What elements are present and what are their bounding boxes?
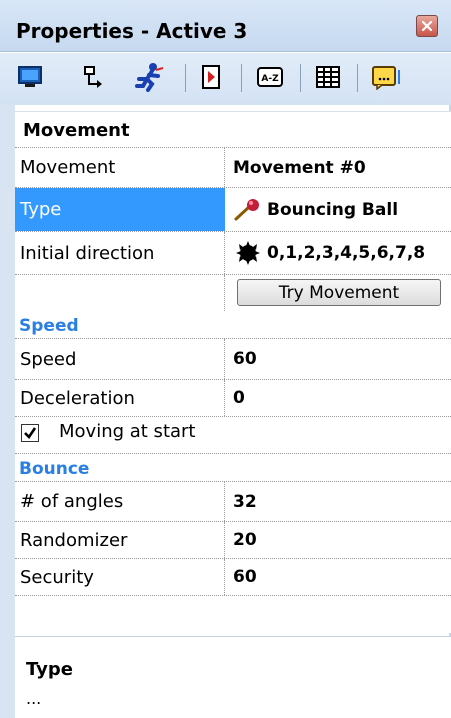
property-row-security[interactable]: Security 60 [15, 559, 451, 596]
window-title: Properties - Active 3 [16, 19, 248, 43]
property-row-type[interactable]: Type Bouncing Ball [15, 188, 451, 232]
property-row-initial-direction[interactable]: Initial direction 0,1,2,3,4,5,6,7,8 [15, 232, 451, 275]
runtime-icon [372, 66, 400, 90]
grid-icon [316, 66, 340, 88]
svg-text:A-Z: A-Z [261, 74, 279, 84]
property-row-angles[interactable]: # of angles 32 [15, 481, 451, 522]
property-name: Initial direction [15, 232, 225, 274]
property-value[interactable]: Movement #0 [233, 148, 451, 187]
property-row-moving-at-start[interactable]: Moving at start [15, 417, 451, 454]
category-header-movement[interactable]: Movement [15, 112, 451, 148]
display-icon [18, 66, 42, 87]
title-bar: Properties - Active 3 [0, 0, 451, 52]
close-button[interactable] [416, 15, 438, 37]
property-name: Deceleration [15, 380, 225, 416]
values-tab-button[interactable] [78, 61, 110, 93]
category-label: Movement [23, 120, 130, 141]
events-icon [202, 65, 220, 89]
property-name: # of angles [15, 482, 225, 521]
grid-left-gutter [0, 105, 15, 718]
close-icon [421, 20, 433, 32]
checkmark-icon [24, 427, 37, 440]
bouncing-ball-icon [234, 198, 259, 220]
toolbar-separator [300, 64, 301, 92]
property-name: Speed [15, 339, 225, 379]
property-row-speed[interactable]: Speed 60 [15, 338, 451, 380]
property-value[interactable]: 32 [233, 482, 451, 521]
movement-tab-button[interactable] [134, 61, 166, 93]
description-pane: Type ... [15, 636, 451, 718]
toolbar-separator [185, 64, 186, 92]
values-icon [84, 66, 102, 88]
type-value-text: Bouncing Ball [267, 199, 399, 220]
direction-value-text: 0,1,2,3,4,5,6,7,8 [267, 243, 426, 263]
property-value[interactable]: 0,1,2,3,4,5,6,7,8 [233, 232, 451, 274]
description-title: Type [26, 659, 73, 680]
about-icon: A-Z [257, 67, 283, 87]
runtime-tab-button[interactable] [370, 61, 402, 93]
try-movement-button[interactable]: Try Movement [237, 279, 441, 306]
property-value[interactable]: Bouncing Ball [233, 188, 451, 231]
property-name: Movement [15, 148, 225, 187]
description-text: ... [26, 689, 42, 708]
movement-icon [135, 63, 164, 92]
category-header-bounce[interactable]: Bounce [15, 457, 451, 481]
property-name: Security [15, 559, 225, 595]
property-value[interactable]: 60 [233, 339, 451, 379]
property-row-randomizer[interactable]: Randomizer 20 [15, 522, 451, 559]
toolbar: A-Z [0, 53, 451, 105]
property-value[interactable]: 20 [233, 522, 451, 558]
property-row-try-movement: Try Movement [15, 275, 451, 311]
property-grid: Movement Movement Movement #0 Type Bounc… [15, 111, 451, 633]
direction-icon [236, 241, 260, 265]
property-value[interactable]: 0 [233, 380, 451, 416]
property-name: Type [15, 188, 225, 231]
moving-at-start-label: Moving at start [59, 421, 196, 442]
toolbar-separator [357, 64, 358, 92]
category-header-speed[interactable]: Speed [15, 314, 451, 338]
grid-view-button[interactable] [312, 61, 344, 93]
toolbar-separator [241, 64, 242, 92]
property-value[interactable]: 60 [233, 559, 451, 595]
moving-at-start-checkbox[interactable] [21, 424, 39, 442]
property-name: Randomizer [15, 522, 225, 558]
display-tab-button[interactable] [14, 61, 46, 93]
events-tab-button[interactable] [196, 61, 228, 93]
property-row-deceleration[interactable]: Deceleration 0 [15, 380, 451, 417]
property-row-movement[interactable]: Movement Movement #0 [15, 148, 451, 188]
property-name-empty [15, 275, 225, 311]
about-tab-button[interactable]: A-Z [254, 61, 286, 93]
